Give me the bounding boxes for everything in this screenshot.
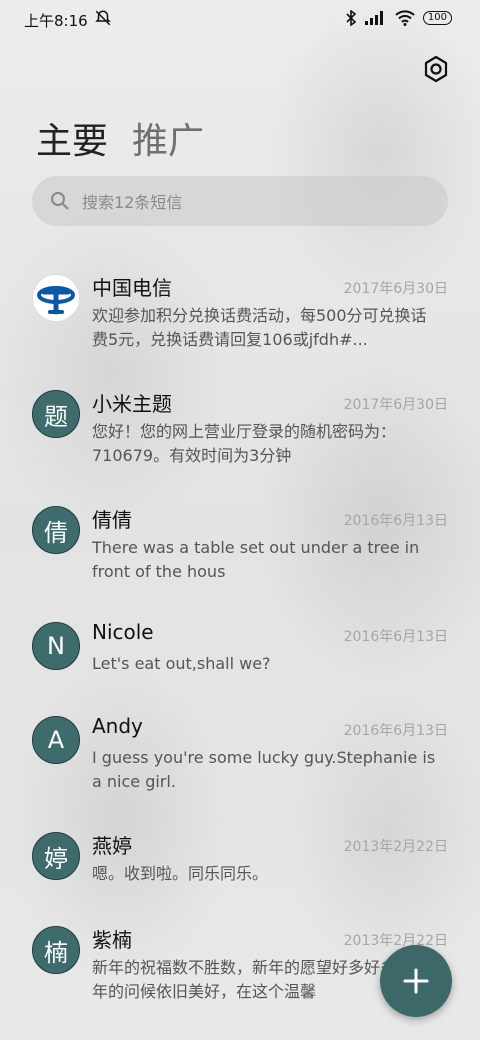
settings-hexagon-icon[interactable] [422,55,450,83]
search-bar[interactable]: 搜索12条短信 [32,176,448,226]
tab-promo[interactable]: 推广 [132,112,204,164]
avatar: 婷 [32,832,80,880]
status-bar: 上午8:16 100 [0,0,480,40]
mute-bell-icon [95,10,111,26]
message-date: 2016年6月13日 [343,629,448,645]
sender-name: 中国电信 [92,276,172,300]
sender-name: 小米主题 [92,392,172,416]
china-telecom-logo-avatar [32,274,80,322]
bluetooth-icon [346,10,357,26]
avatar: 题 [32,390,80,438]
sender-name: Andy [92,714,143,738]
new-message-button[interactable] [380,945,452,1017]
tab-main[interactable]: 主要 [36,112,108,164]
message-date: 2017年6月30日 [343,397,448,413]
status-icons: 100 [345,10,452,26]
plus-icon [403,968,429,994]
message-preview: 欢迎参加积分兑换话费活动，每500分可兑换话费5元，兑换话费请回复106或jfd… [92,306,427,349]
message-date: 2016年6月13日 [343,513,448,529]
telecom-logo-icon [37,286,75,315]
message-preview: There was a table set out under a tree i… [92,538,420,581]
message-preview: Let's eat out,shall we? [92,654,271,673]
conversation-item[interactable]: 倩 倩倩 2016年6月13日 There was a table set ou… [0,494,480,610]
conversation-item[interactable]: 中国电信 2017年6月30日 欢迎参加积分兑换话费活动，每500分可兑换话费5… [0,262,480,378]
sender-name: Nicole [92,620,154,644]
message-preview: 您好！您的网上营业厅登录的随机密码为：710679。有效时间为3分钟 [92,422,397,465]
avatar: 楠 [32,926,80,974]
signal-icon [364,11,383,25]
sender-name: 倩倩 [92,508,132,532]
search-icon [51,192,69,210]
conversation-item[interactable]: A Andy 2016年6月13日 I guess you're some lu… [0,704,480,820]
avatar: A [32,716,80,764]
conversation-item[interactable]: 题 小米主题 2017年6月30日 您好！您的网上营业厅登录的随机密码为：710… [0,378,480,494]
sender-name: 紫楠 [92,928,132,952]
wifi-icon [395,10,415,26]
sender-name: 燕婷 [92,834,132,858]
status-time: 上午8:16 [24,12,88,30]
message-preview: I guess you're some lucky guy.Stephanie … [92,748,436,791]
message-date: 2017年6月30日 [343,281,448,297]
conversation-item[interactable]: 婷 燕婷 2013年2月22日 嗯。收到啦。同乐同乐。 [0,820,480,914]
conversation-item[interactable]: N Nicole 2016年6月13日 Let's eat out,shall … [0,610,480,704]
avatar: 倩 [32,506,80,554]
search-placeholder: 搜索12条短信 [82,193,183,212]
message-preview: 嗯。收到啦。同乐同乐。 [92,864,269,883]
category-tabs: 主要 推广 [36,112,204,164]
message-date: 2013年2月22日 [343,933,448,949]
message-date: 2016年6月13日 [343,723,448,739]
message-list: 中国电信 2017年6月30日 欢迎参加积分兑换话费活动，每500分可兑换话费5… [0,262,480,1030]
avatar: N [32,622,80,670]
battery-indicator: 100 [422,11,452,25]
message-date: 2013年2月22日 [343,839,448,855]
